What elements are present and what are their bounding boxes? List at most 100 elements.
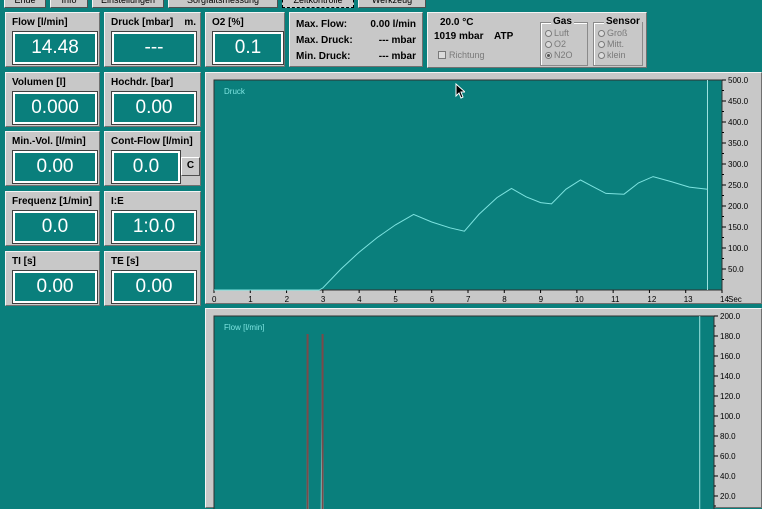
tile-minvol: Min.-Vol. [l/min] 0.00 [5, 131, 100, 186]
radio-icon [598, 29, 605, 37]
y-tick-label: 100.0 [720, 412, 741, 421]
environment-panel: 20.0 °C 1019 mbar ATP Richtung Gas Luft … [427, 12, 647, 68]
druck-label: Druck [mbar] [111, 17, 174, 28]
tab-einstellungen[interactable]: Einstellungen [92, 0, 164, 8]
y-tick-label: 150.0 [728, 223, 749, 232]
richtung-checkbox[interactable]: Richtung [438, 49, 508, 60]
tab-werkzeug[interactable]: Werkzeug [358, 0, 426, 8]
tab-strip: Ende Info Einstellungen Sorgfaltsmessung… [0, 0, 430, 8]
checkbox-box-icon [438, 50, 446, 59]
mode-value: ATP [494, 31, 514, 42]
te-display: 0.00 [111, 270, 197, 304]
y-tick-label: 140.0 [720, 372, 741, 381]
gas-option-n2o[interactable]: N2O [545, 50, 573, 60]
stats-panel: Max. Flow: 0.00 l/min Max. Druck: --- mb… [289, 12, 423, 67]
o2-label: O2 [%] [212, 17, 244, 28]
sensor-option-label: Groß [607, 28, 628, 38]
plot-area [213, 315, 715, 509]
tile-volumen: Volumen [l] 0.000 [5, 72, 100, 127]
tile-druck: Druck [mbar] m. --- [104, 12, 201, 67]
x-tick-label: 13 [684, 295, 693, 303]
y-tick-label: 50.0 [728, 265, 744, 274]
tile-frequenz: Frequenz [1/min] 0.0 [5, 191, 100, 246]
ti-label: TI [s] [12, 256, 36, 267]
tile-hochdr: Hochdr. [bar] 0.00 [104, 72, 201, 127]
tab-sorgfaltsmessung[interactable]: Sorgfaltsmessung [168, 0, 278, 8]
y-tick-label: 40.0 [720, 472, 736, 481]
x-tick-label: 2 [285, 295, 290, 303]
x-tick-label: 5 [393, 295, 398, 303]
gas-option-o2[interactable]: O2 [545, 39, 566, 49]
max-flow-label: Max. Flow: [296, 19, 348, 30]
min-druck-label: Min. Druck: [296, 51, 351, 62]
y-tick-label: 250.0 [728, 181, 749, 190]
flow-chart: 20.0 40.0 60.0 80.0 100.0 120.0 140.0 160.0 180.… [213, 312, 741, 509]
contflow-label: Cont-Flow [l/min] [111, 136, 193, 147]
chart-title: Druck [224, 87, 246, 96]
tile-flow: Flow [l/min] 14.48 [5, 12, 100, 67]
y-tick-label: 350.0 [728, 139, 749, 148]
x-tick-label: 1 [248, 295, 253, 303]
max-druck-label: Max. Druck: [296, 35, 353, 46]
x-tick-label: 10 [575, 295, 584, 303]
y-tick-label: 80.0 [720, 432, 736, 441]
contflow-clear-button[interactable]: C [181, 157, 200, 176]
tile-contflow: Cont-Flow [l/min] 0.0 C [104, 131, 201, 186]
gas-option-label: N2O [554, 50, 573, 60]
gas-group: Gas Luft O2 N2O [540, 16, 588, 66]
radio-icon [545, 40, 552, 48]
tile-te: TE [s] 0.00 [104, 251, 201, 306]
minvol-display: 0.00 [12, 150, 98, 184]
tab-zeitkontrolle[interactable]: Zeitkontrolle [282, 0, 354, 8]
max-flow-value: 0.00 l/min [370, 19, 416, 30]
te-label: TE [s] [111, 256, 139, 267]
richtung-label: Richtung [449, 49, 485, 60]
plot-area [213, 79, 723, 291]
gas-option-label: O2 [554, 39, 567, 49]
frequenz-display: 0.0 [12, 210, 98, 244]
mouse-cursor-icon [455, 83, 465, 99]
sensor-option-mittel[interactable]: Mitt. [598, 39, 624, 49]
minvol-label: Min.-Vol. [l/min] [12, 136, 86, 147]
y-tick-label: 300.0 [728, 160, 749, 169]
x-tick-label: 7 [466, 295, 471, 303]
x-tick-label: 12 [647, 295, 656, 303]
druck-display: --- [111, 31, 197, 65]
frequenz-label: Frequenz [1/min] [12, 196, 93, 207]
hochdr-display: 0.00 [111, 91, 197, 125]
tile-o2: O2 [%] 0.1 [205, 12, 285, 67]
radio-icon [545, 29, 552, 37]
x-tick-label: 8 [502, 295, 507, 303]
y-tick-label: 450.0 [728, 97, 749, 106]
flow-label: Flow [l/min] [12, 17, 68, 28]
y-tick-label: 100.0 [728, 244, 749, 253]
y-tick-label: 500.0 [728, 76, 749, 85]
gas-title: Gas [551, 16, 574, 27]
x-tick-label: 9 [539, 295, 544, 303]
volumen-label: Volumen [l] [12, 77, 66, 88]
tab-info[interactable]: Info [50, 0, 88, 8]
druck-chart-panel: 50.0 100.0 150.0 200.0 250.0 300.0 350.0 400.0 4… [205, 72, 762, 304]
x-tick-label: 11 [611, 295, 620, 303]
x-tick-label: 3 [321, 295, 326, 303]
o2-display: 0.1 [212, 31, 284, 65]
sensor-group: Sensor Groß Mitt. klein [593, 16, 643, 66]
sensor-option-gross[interactable]: Groß [598, 28, 628, 38]
y-tick-label: 200.0 [720, 312, 741, 321]
min-druck-value: --- mbar [378, 51, 416, 62]
tile-ti: TI [s] 0.00 [5, 251, 100, 306]
y-tick-label: 200.0 [728, 202, 749, 211]
sensor-option-klein[interactable]: klein [598, 50, 626, 60]
gas-option-luft[interactable]: Luft [545, 28, 569, 38]
tab-ende[interactable]: Ende [4, 0, 46, 8]
ie-display: 1:0.0 [111, 210, 197, 244]
radio-selected-icon [545, 51, 552, 59]
ie-label: I:E [111, 196, 124, 207]
sensor-option-label: klein [607, 50, 626, 60]
volumen-display: 0.000 [12, 91, 98, 125]
pressure-value: 1019 mbar [434, 31, 484, 42]
gas-option-label: Luft [554, 28, 570, 38]
flow-display: 14.48 [12, 31, 98, 65]
tile-ie: I:E 1:0.0 [104, 191, 201, 246]
sensor-title: Sensor [604, 16, 642, 27]
